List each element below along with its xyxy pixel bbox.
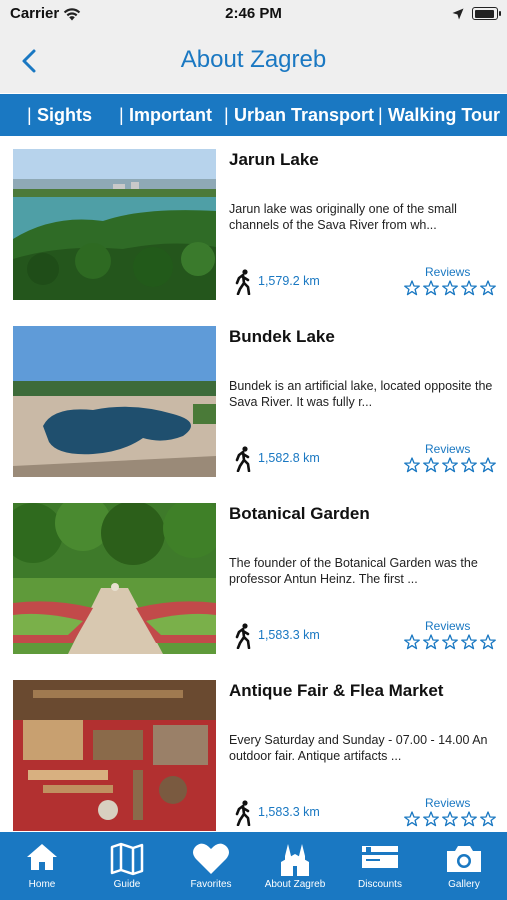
place-title: Bundek Lake: [229, 327, 335, 346]
place-photo: [13, 149, 216, 300]
place-title: Antique Fair & Flea Market: [229, 681, 444, 700]
star-icon[interactable]: [442, 634, 458, 650]
star-icon[interactable]: [404, 634, 420, 650]
tab-divider: |: [224, 105, 229, 125]
reviews-link[interactable]: Reviews: [425, 442, 470, 456]
tab-bar-gallery[interactable]: Gallery: [422, 832, 506, 900]
tab-bar-discounts[interactable]: Discounts: [338, 832, 422, 900]
walking-person-icon: [235, 800, 251, 826]
place-photo: [13, 680, 216, 831]
place-distance: 1,583.3 km: [258, 628, 320, 642]
reviews-link[interactable]: Reviews: [425, 796, 470, 810]
reviews-link[interactable]: Reviews: [425, 265, 470, 279]
places-list[interactable]: Jarun Lake Jarun lake was originally one…: [0, 136, 507, 832]
star-icon[interactable]: [480, 280, 496, 296]
star-icon[interactable]: [423, 457, 439, 473]
star-icon[interactable]: [423, 280, 439, 296]
tab-walking-tour[interactable]: Walking Tour: [388, 105, 500, 126]
star-icon[interactable]: [404, 811, 420, 827]
place-distance: 1,579.2 km: [258, 274, 320, 288]
place-description: The founder of the Botanical Garden was …: [229, 556, 478, 586]
star-icon[interactable]: [461, 634, 477, 650]
star-icon[interactable]: [404, 457, 420, 473]
place-card-antique-fair[interactable]: Antique Fair & Flea Market Every Saturda…: [0, 667, 507, 832]
place-card-jarun-lake[interactable]: Jarun Lake Jarun lake was originally one…: [0, 136, 507, 313]
page-title: About Zagreb: [180, 46, 327, 73]
cathedral-icon: [281, 844, 309, 876]
battery-icon: [472, 7, 501, 20]
star-icon[interactable]: [423, 634, 439, 650]
rating-stars[interactable]: [404, 634, 496, 652]
navigation-bar: About Zagreb: [0, 30, 507, 93]
reviews-link[interactable]: Reviews: [425, 619, 470, 633]
discount-card-icon: [362, 846, 398, 868]
heart-icon: [193, 843, 229, 874]
place-card-bundek-lake[interactable]: Bundek Lake Bundek is an artificial lake…: [0, 313, 507, 490]
place-card-botanical-garden[interactable]: Botanical Garden The founder of the Bota…: [0, 490, 507, 667]
place-title: Botanical Garden: [229, 504, 370, 523]
star-icon[interactable]: [480, 457, 496, 473]
star-icon[interactable]: [461, 457, 477, 473]
tab-bar-guide[interactable]: Guide: [85, 832, 169, 900]
status-bar: Carrier 2:46 PM: [0, 0, 507, 30]
tab-sights[interactable]: Sights: [37, 105, 92, 126]
place-description: Bundek is an artificial lake, located op…: [229, 379, 493, 409]
tab-urban-transport[interactable]: Urban Transport: [234, 105, 374, 126]
tab-bar-label: Gallery: [448, 879, 480, 890]
tab-divider: |: [119, 105, 124, 125]
map-icon: [110, 842, 144, 876]
location-arrow-icon: [452, 8, 464, 20]
camera-icon: [447, 846, 481, 872]
tab-important[interactable]: Important: [129, 105, 212, 126]
status-time: 2:46 PM: [225, 5, 282, 22]
star-icon[interactable]: [442, 457, 458, 473]
star-icon[interactable]: [442, 811, 458, 827]
tab-bar-label: Guide: [113, 879, 141, 890]
star-icon[interactable]: [461, 811, 477, 827]
walking-person-icon: [235, 623, 251, 649]
star-icon[interactable]: [404, 280, 420, 296]
star-icon[interactable]: [461, 280, 477, 296]
rating-stars[interactable]: [404, 457, 496, 475]
tab-bar-about-zagreb[interactable]: About Zagreb: [253, 832, 337, 900]
tab-bar-label: About Zagreb: [264, 879, 326, 890]
place-description: Jarun lake was originally one of the sma…: [229, 202, 457, 232]
category-tabs: | Sights | Important | Urban Transport |…: [0, 94, 507, 136]
place-title: Jarun Lake: [229, 150, 319, 169]
star-icon[interactable]: [480, 634, 496, 650]
place-description: Every Saturday and Sunday - 07.00 - 14.0…: [229, 733, 488, 763]
tab-bar-label: Favorites: [190, 879, 232, 890]
place-photo: [13, 326, 216, 477]
bottom-tab-bar: Home Guide Favorites About Zagreb Discou…: [0, 832, 507, 900]
tab-bar-label: Home: [28, 879, 56, 890]
tab-bar-label: Discounts: [358, 879, 402, 890]
tab-divider: |: [27, 105, 32, 125]
star-icon[interactable]: [423, 811, 439, 827]
tab-divider: |: [378, 105, 383, 125]
place-distance: 1,583.3 km: [258, 805, 320, 819]
place-photo: [13, 503, 216, 654]
place-distance: 1,582.8 km: [258, 451, 320, 465]
home-icon: [27, 844, 57, 870]
walking-person-icon: [235, 269, 251, 295]
star-icon[interactable]: [480, 811, 496, 827]
tab-bar-home[interactable]: Home: [0, 832, 84, 900]
rating-stars[interactable]: [404, 811, 496, 829]
star-icon[interactable]: [442, 280, 458, 296]
rating-stars[interactable]: [404, 280, 496, 298]
tab-bar-favorites[interactable]: Favorites: [169, 832, 253, 900]
walking-person-icon: [235, 446, 251, 472]
